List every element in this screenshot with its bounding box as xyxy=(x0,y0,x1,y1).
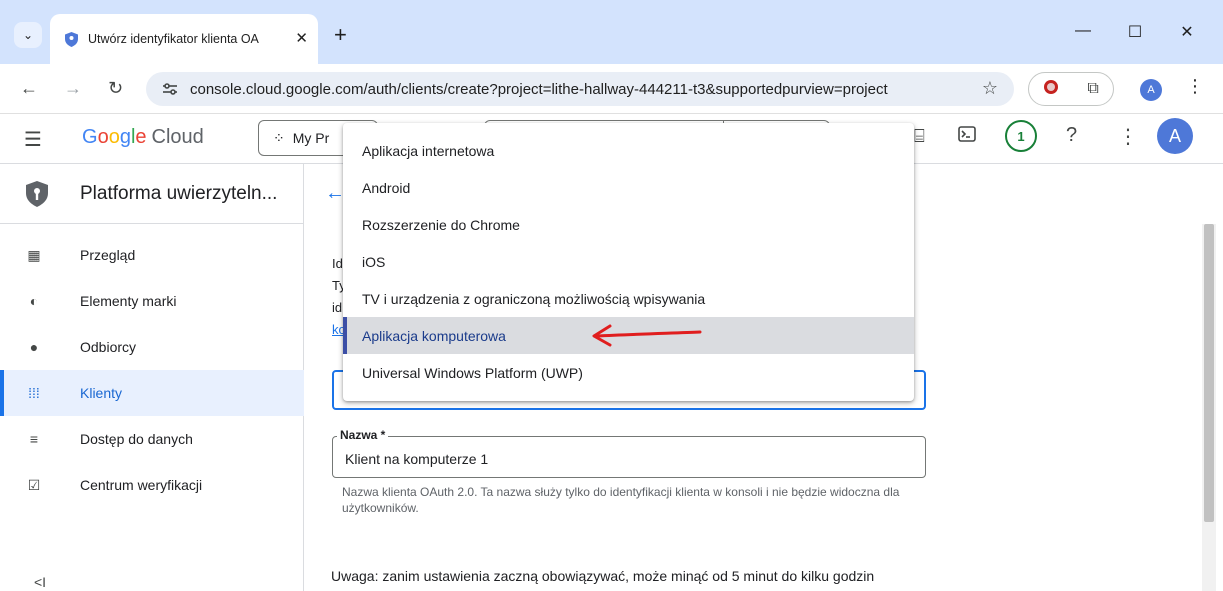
name-helper-text: Nazwa klienta OAuth 2.0. Ta nazwa służy … xyxy=(342,485,900,515)
tab-search-chevron-icon[interactable]: ⌄ xyxy=(14,22,42,48)
sidebar-item-overview[interactable]: ▦ Przegląd xyxy=(0,232,304,278)
dashboard-icon: ▦ xyxy=(27,246,41,263)
sidebar-title: Platforma uwierzyteln... xyxy=(80,182,278,204)
security-shield-icon xyxy=(26,180,48,207)
window-close-icon[interactable]: ✕ xyxy=(1172,22,1202,42)
palette-icon: ◐ xyxy=(29,293,39,309)
application-type-dropdown: Aplikacja internetowa Android Rozszerzen… xyxy=(343,123,914,401)
url-text: console.cloud.google.com/auth/clients/cr… xyxy=(190,80,888,98)
sidebar-item-label: Przegląd xyxy=(80,247,136,263)
annotation-arrow-icon xyxy=(592,324,702,347)
sidebar-item-label: Elementy marki xyxy=(80,293,177,309)
new-tab-icon[interactable]: + xyxy=(334,22,347,48)
scrollbar-thumb[interactable] xyxy=(1204,224,1214,522)
extension-record-icon[interactable] xyxy=(1043,79,1059,100)
browser-tab-strip: ⌄ Utwórz identyfikator klienta OA ✕ + — … xyxy=(0,0,1223,64)
shield-favicon-icon xyxy=(64,31,78,47)
tab-close-icon[interactable]: ✕ xyxy=(295,29,308,47)
description-fragment: id xyxy=(332,300,343,315)
forward-icon[interactable]: → xyxy=(64,78,82,99)
address-bar[interactable]: console.cloud.google.com/auth/clients/cr… xyxy=(146,72,1014,106)
sidebar-item-audience[interactable]: ● Odbiorcy xyxy=(0,324,304,370)
option-android[interactable]: Android xyxy=(343,169,914,206)
browser-tab[interactable]: Utwórz identyfikator klienta OA ✕ xyxy=(50,14,318,64)
browser-profile-avatar[interactable]: A xyxy=(1140,79,1162,101)
propagation-warning: Uwaga: zanim ustawienia zaczną obowiązyw… xyxy=(331,568,875,584)
verify-icon: ☑ xyxy=(27,476,41,493)
minimize-icon[interactable]: — xyxy=(1068,22,1098,40)
sidebar: Platforma uwierzyteln... ▦ Przegląd ◐ El… xyxy=(0,164,304,591)
browser-menu-icon[interactable]: ⋮ xyxy=(1186,76,1204,97)
name-field[interactable]: Nazwa * Klient na komputerze 1 xyxy=(332,428,926,478)
grid-icon: ⁞⁞⁞ xyxy=(28,385,40,401)
cloud-shell-icon[interactable] xyxy=(958,126,976,147)
extensions-area: ⧉ xyxy=(1028,72,1114,106)
back-icon[interactable]: ← xyxy=(20,78,38,99)
description-fragment: Id xyxy=(332,256,343,271)
sidebar-item-label: Centrum weryfikacji xyxy=(80,477,203,493)
sidebar-item-label: Odbiorcy xyxy=(80,339,137,355)
sidebar-header: Platforma uwierzyteln... xyxy=(0,164,304,224)
data-settings-icon: ≡ xyxy=(29,431,39,447)
browser-toolbar: ← → ↻ console.cloud.google.com/auth/clie… xyxy=(0,64,1223,114)
extensions-puzzle-icon[interactable]: ⧉ xyxy=(1087,80,1098,98)
option-chrome-extension[interactable]: Rozszerzenie do Chrome xyxy=(343,206,914,243)
site-settings-icon[interactable] xyxy=(162,81,178,97)
option-uwp[interactable]: Universal Windows Platform (UWP) xyxy=(343,354,914,391)
sidebar-item-verification-center[interactable]: ☑ Centrum weryfikacji xyxy=(0,462,304,508)
account-avatar[interactable]: A xyxy=(1157,118,1193,154)
sidebar-item-clients[interactable]: ⁞⁞⁞ Klienty xyxy=(0,370,304,416)
help-icon[interactable]: ? xyxy=(1066,124,1077,147)
project-label: My Pr xyxy=(292,130,330,146)
notifications-badge[interactable]: 1 xyxy=(1005,120,1037,152)
hamburger-menu-icon[interactable]: ☰ xyxy=(24,127,42,152)
option-tv-limited-input[interactable]: TV i urządzenia z ograniczoną możliwości… xyxy=(343,280,914,317)
option-ios[interactable]: iOS xyxy=(343,243,914,280)
person-icon: ● xyxy=(29,339,39,355)
maximize-icon[interactable]: ☐ xyxy=(1120,22,1150,42)
name-field-label: Nazwa * xyxy=(337,428,389,442)
gift-icon[interactable]: ⌸ xyxy=(914,126,925,147)
option-web-app[interactable]: Aplikacja internetowa xyxy=(343,132,914,169)
reload-icon[interactable]: ↻ xyxy=(108,78,123,99)
sidebar-item-data-access[interactable]: ≡ Dostęp do danych xyxy=(0,416,304,462)
project-dots-icon: ⁘ xyxy=(273,129,285,146)
collapse-sidebar-icon[interactable]: <I xyxy=(34,574,46,590)
more-options-icon[interactable]: ⋮ xyxy=(1118,124,1138,149)
sidebar-item-branding[interactable]: ◐ Elementy marki xyxy=(0,278,304,324)
google-cloud-logo[interactable]: Google Cloud xyxy=(82,126,204,149)
bookmark-star-icon[interactable]: ☆ xyxy=(982,78,998,99)
tab-title: Utwórz identyfikator klienta OA xyxy=(88,32,259,46)
back-arrow-icon[interactable]: ← xyxy=(325,182,345,205)
name-field-value: Klient na komputerze 1 xyxy=(345,451,489,467)
sidebar-item-label: Dostęp do danych xyxy=(80,431,193,447)
sidebar-item-label: Klienty xyxy=(80,385,123,401)
